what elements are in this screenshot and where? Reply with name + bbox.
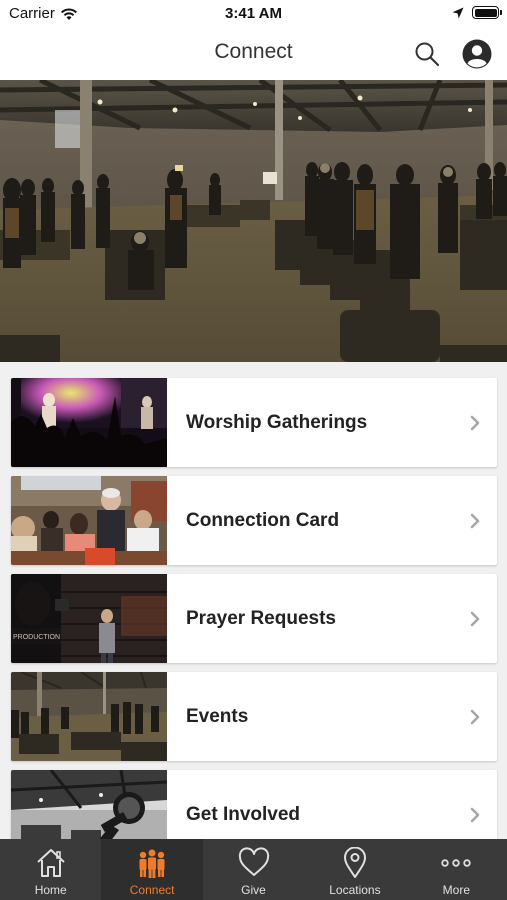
connection-card-thumbnail bbox=[11, 476, 167, 565]
search-icon[interactable] bbox=[414, 41, 440, 67]
tab-home[interactable]: Home bbox=[0, 839, 101, 900]
card-label: Worship Gatherings bbox=[186, 412, 368, 433]
card-label: Prayer Requests bbox=[186, 608, 336, 629]
status-bar: Carrier 3:41 AM bbox=[0, 0, 507, 28]
people-icon bbox=[139, 849, 165, 878]
card-prayer-requests[interactable]: PRODUCTION Prayer Requests bbox=[11, 574, 497, 663]
profile-icon[interactable] bbox=[462, 39, 492, 69]
tab-label: Connect bbox=[129, 883, 175, 897]
home-icon bbox=[37, 849, 65, 877]
prayer-requests-thumbnail: PRODUCTION bbox=[11, 574, 167, 663]
hero-image bbox=[0, 80, 507, 362]
tab-label: Give bbox=[241, 883, 266, 897]
events-thumbnail bbox=[11, 672, 167, 761]
card-events[interactable]: Events bbox=[11, 672, 497, 761]
location-pin-icon bbox=[343, 847, 366, 878]
tab-label: Locations bbox=[329, 883, 381, 897]
card-label: Connection Card bbox=[186, 510, 340, 531]
worship-gatherings-thumbnail bbox=[11, 378, 167, 467]
chevron-right-icon bbox=[470, 807, 480, 823]
more-dots-icon bbox=[441, 859, 472, 867]
status-time: 3:41 AM bbox=[225, 5, 282, 22]
chevron-right-icon bbox=[470, 611, 480, 627]
tab-give[interactable]: Give bbox=[203, 839, 304, 900]
tab-bar: Home Connect Give Locations More bbox=[0, 839, 507, 900]
worship-hall-photo bbox=[0, 80, 507, 362]
nav-bar: Connect bbox=[0, 28, 507, 80]
tab-more[interactable]: More bbox=[406, 839, 507, 900]
chevron-right-icon bbox=[470, 709, 480, 725]
chevron-right-icon bbox=[470, 415, 480, 431]
tab-locations[interactable]: Locations bbox=[304, 839, 405, 900]
card-worship-gatherings[interactable]: Worship Gatherings bbox=[11, 378, 497, 467]
location-arrow-icon bbox=[452, 7, 464, 18]
tab-label: Home bbox=[34, 883, 67, 897]
heart-icon bbox=[238, 847, 269, 876]
chevron-right-icon bbox=[470, 513, 480, 529]
tab-connect[interactable]: Connect bbox=[101, 839, 203, 900]
tab-label: More bbox=[442, 883, 470, 897]
card-label: Events bbox=[186, 706, 249, 727]
status-right bbox=[452, 6, 502, 19]
svg-text:PRODUCTION: PRODUCTION bbox=[13, 634, 60, 641]
battery-fill bbox=[474, 8, 497, 17]
battery-icon bbox=[472, 6, 502, 19]
card-connection-card[interactable]: Connection Card bbox=[11, 476, 497, 565]
